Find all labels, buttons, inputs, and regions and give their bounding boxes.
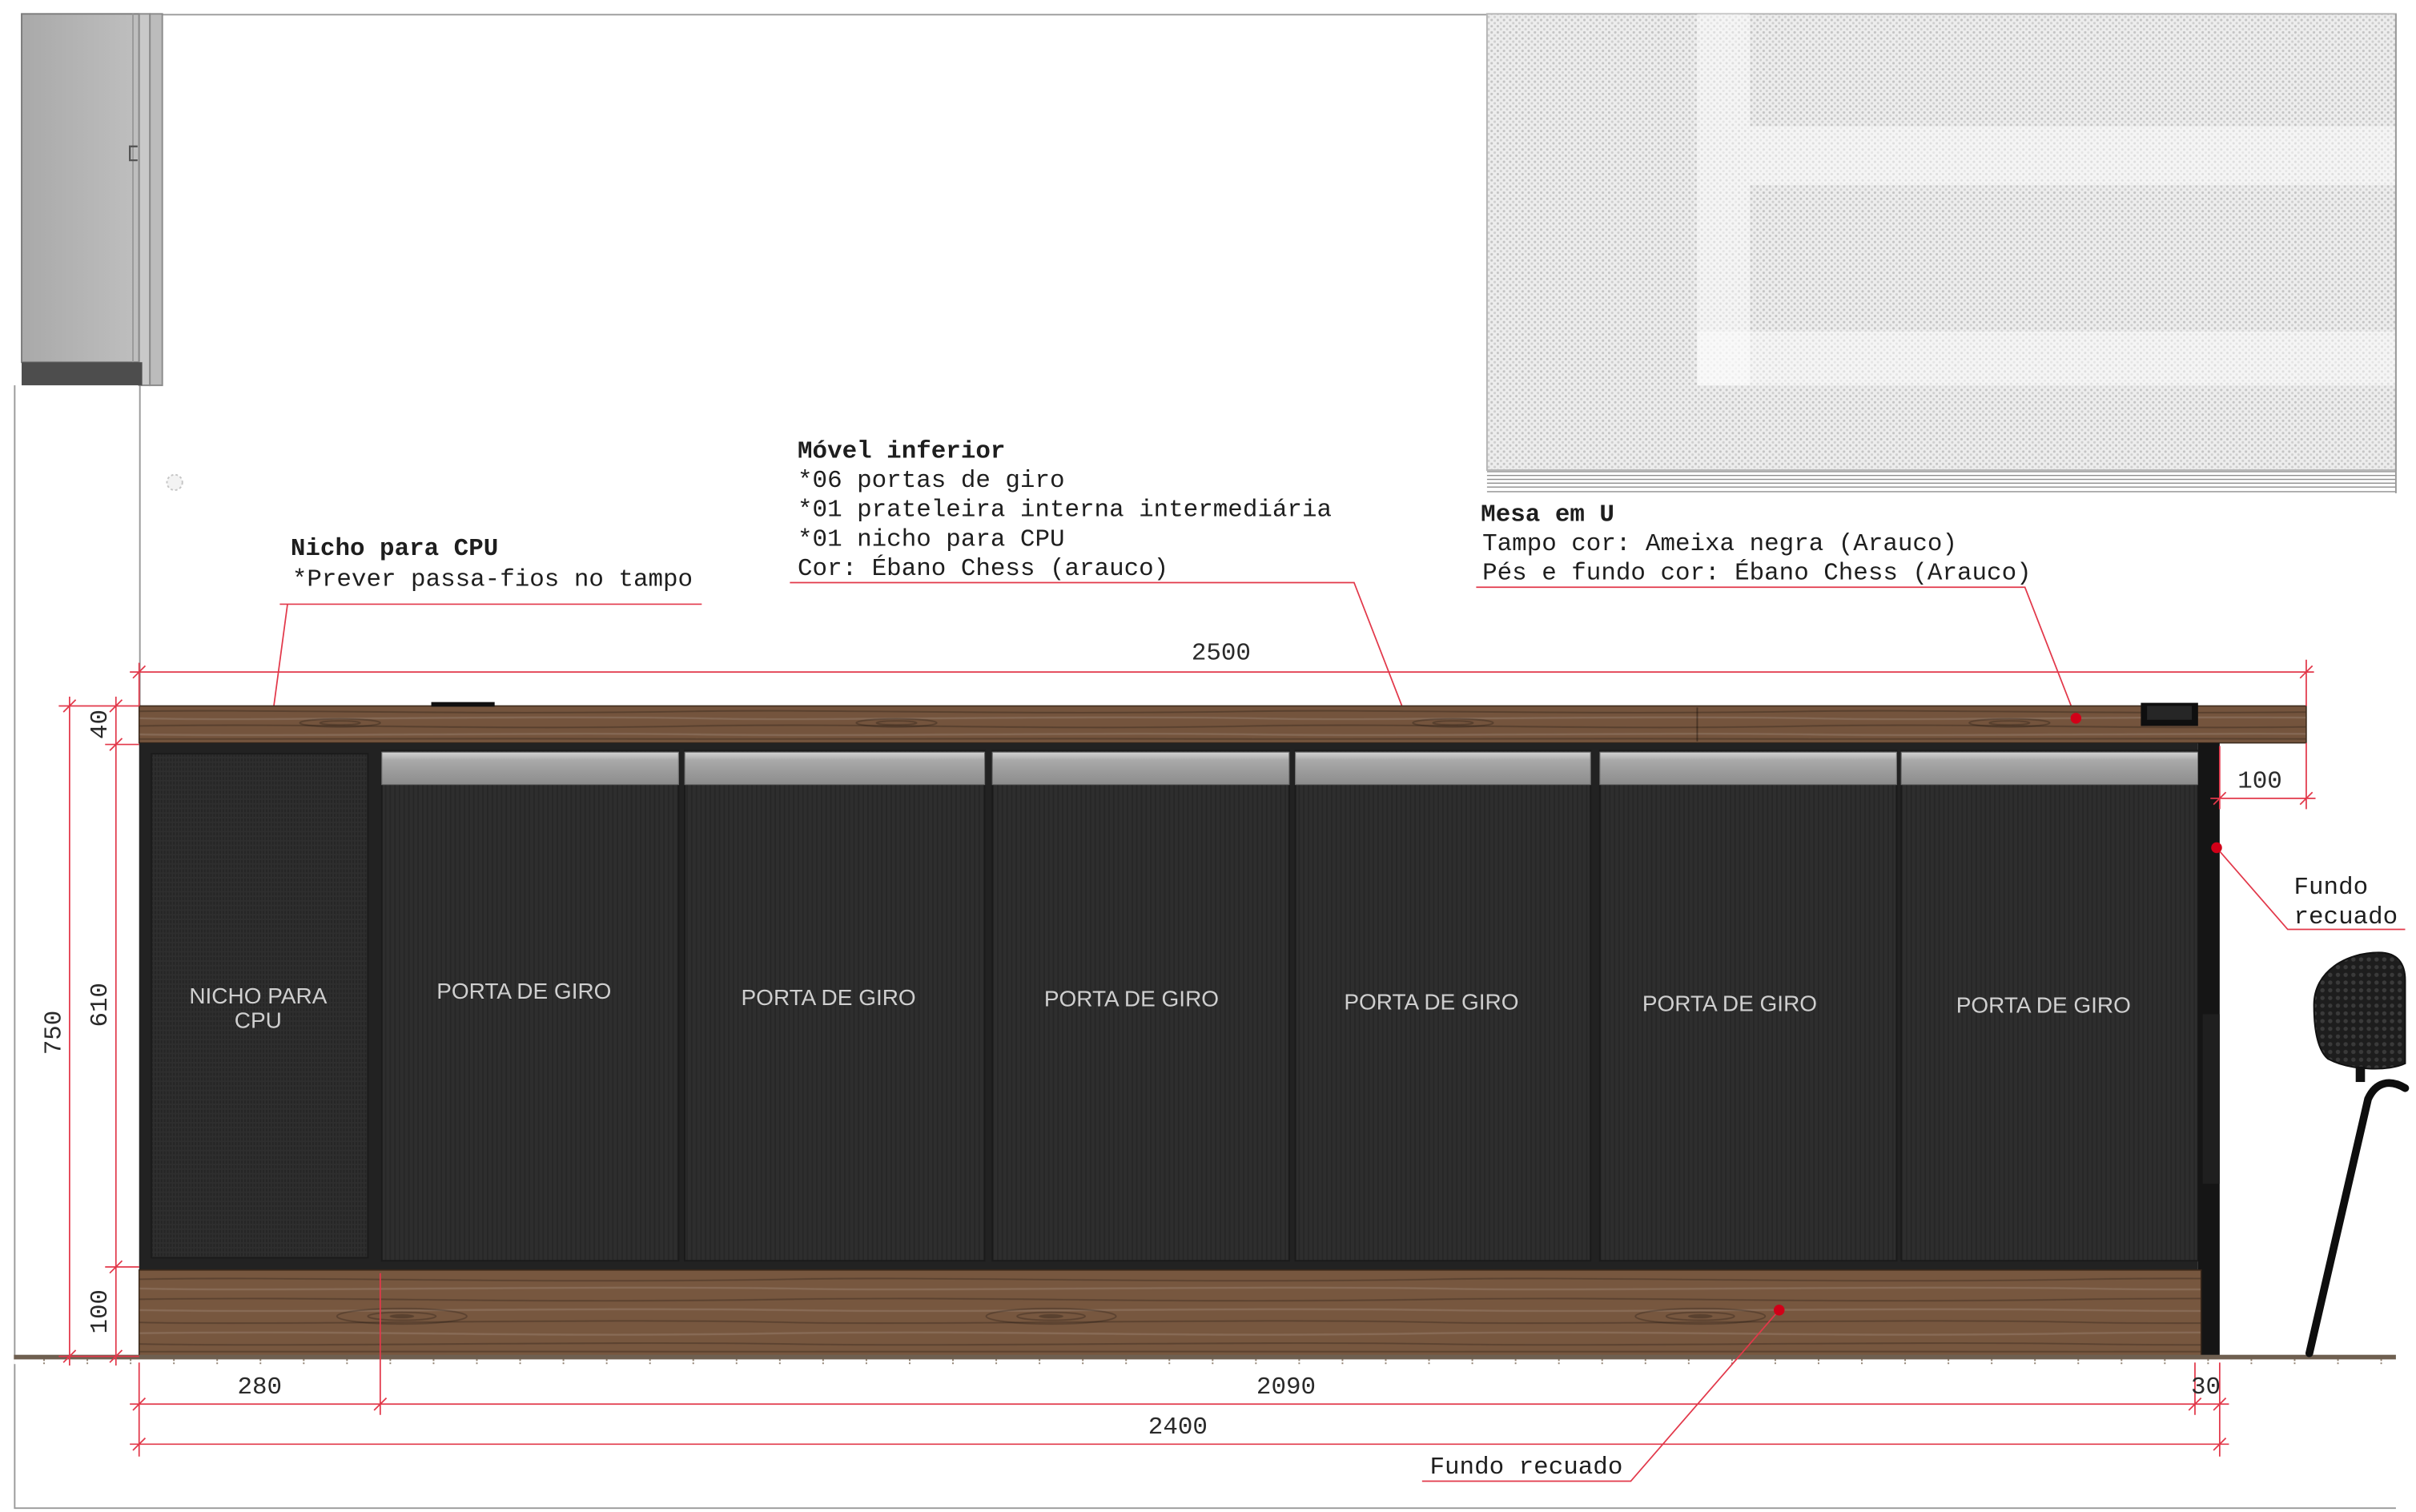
reference-marker-icon (166, 473, 183, 491)
elevation-drawing: Nicho para CPU *Prever passa-fios no tam… (14, 13, 2410, 1510)
dimension-top-thickness-value: 40 (86, 710, 115, 739)
note-u-desk-line: Tampo cor: Ameixa negra (Arauco) (1482, 530, 1957, 558)
note-lower-cabinet-line: *01 prateleira interna intermediária (798, 497, 1332, 525)
dimension-desk-width: 2500 (130, 640, 2314, 706)
door-3: PORTA DE GIRO (991, 750, 1290, 1262)
recessed-back-panel (138, 1269, 2202, 1357)
door-label: PORTA DE GIRO (1044, 987, 1219, 1011)
dimension-vertical-breakdown: 40 610 100 (86, 696, 139, 1366)
door-handle (684, 751, 986, 786)
dimension-cabinet-width-value: 2400 (1148, 1413, 1208, 1442)
note-recessed-back-side-line: Fundo (2294, 874, 2369, 902)
note-u-desk: Mesa em U Tampo cor: Ameixa negra (Arauc… (1476, 501, 2077, 719)
chair (2305, 951, 2410, 1357)
chair-leg (2305, 1079, 2410, 1357)
door-label: PORTA DE GIRO (1642, 991, 1817, 1016)
door-label: PORTA DE GIRO (1956, 992, 2131, 1017)
dimension-leg-offset-value: 100 (2237, 767, 2282, 795)
dimension-desk-width-value: 2500 (1192, 640, 1251, 668)
cable-grommet-right (2141, 702, 2198, 726)
door-handle (381, 751, 679, 786)
door-handle (991, 751, 1290, 786)
door-5: PORTA DE GIRO (1598, 750, 1898, 1262)
dimension-leg-offset: 100 (2210, 742, 2316, 810)
dimension-side-gap-value: 30 (2191, 1373, 2221, 1401)
desk-leg (2197, 742, 2220, 1357)
note-lower-cabinet-line: Cor: Ébano Chess (arauco) (798, 553, 1168, 583)
cable-grommet-niche (431, 702, 495, 707)
cpu-niche-label: NICHO PARA (189, 983, 327, 1008)
dimension-niche-width-value: 280 (237, 1373, 282, 1401)
dimension-cabinet-width: 2400 (130, 1413, 2229, 1451)
door-label: PORTA DE GIRO (1344, 990, 1518, 1015)
note-recessed-back-front-text: Fundo recuado (1429, 1454, 1622, 1482)
dimension-total-height-value: 750 (40, 1011, 68, 1055)
textured-wall-panel (1485, 13, 2397, 493)
note-niche-detail: *Prever passa-fios no tampo (292, 565, 693, 593)
chair-seat (2313, 951, 2406, 1070)
cpu-niche: NICHO PARA CPU (151, 753, 369, 1259)
door-handle (1599, 751, 1898, 786)
note-recessed-back-side: Fundo recuado (2211, 842, 2406, 931)
note-lower-cabinet-line: *06 portas de giro (798, 467, 1064, 495)
door-4: PORTA DE GIRO (1294, 750, 1592, 1262)
note-u-desk-leader (1476, 586, 2077, 719)
door-handle (1900, 751, 2199, 786)
lower-cabinet: NICHO PARA CPU PORTA DE GIRO PORTA DE GI… (139, 742, 2199, 1270)
door-label: PORTA DE GIRO (436, 979, 611, 1003)
door-6: PORTA DE GIRO (1900, 750, 2199, 1262)
door-2: PORTA DE GIRO (684, 750, 986, 1262)
note-lower-cabinet-line: *01 nicho para CPU (798, 525, 1064, 553)
note-niche-title: Nicho para CPU (291, 535, 498, 563)
countertop (138, 702, 2307, 744)
dimension-cabinet-height-value: 610 (86, 983, 115, 1027)
floor-line (14, 1354, 2396, 1365)
dimension-doors-width-value: 2090 (1256, 1373, 1316, 1401)
dimension-total-height: 750 (40, 696, 139, 1366)
door-1: PORTA DE GIRO (380, 750, 680, 1262)
note-lower-cabinet-title: Móvel inferior (798, 438, 1005, 466)
dimension-back-panel-height-value: 100 (86, 1289, 115, 1333)
note-recessed-back-side-marker (2211, 842, 2222, 854)
wall-unit (21, 13, 163, 387)
note-u-desk-line: Pés e fundo cor: Ébano Chess (Arauco) (1482, 558, 2032, 588)
door-handle (1294, 751, 1591, 786)
door-label: PORTA DE GIRO (742, 985, 916, 1010)
cpu-niche-label: CPU (235, 1008, 282, 1033)
note-recessed-back-front-marker (1773, 1305, 1785, 1316)
note-u-desk-title: Mesa em U (1481, 501, 1614, 529)
note-u-desk-marker (2070, 713, 2082, 724)
note-recessed-back-side-line: recuado (2294, 903, 2398, 931)
